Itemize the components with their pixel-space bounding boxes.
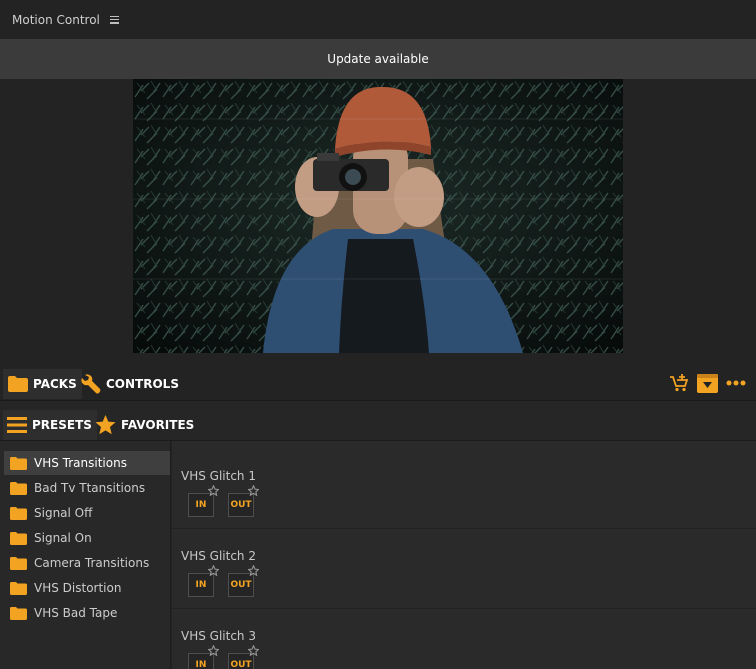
folder-icon [8, 376, 28, 392]
folder-icon [10, 531, 27, 545]
star-icon [95, 415, 116, 435]
folder-icon [10, 456, 27, 470]
preset-name: VHS Glitch 2 [181, 549, 256, 563]
hamburger-menu-icon[interactable] [109, 15, 119, 24]
preset-row: VHS Glitch 3 IN OUT [172, 609, 756, 669]
sidebar-item-label: Camera Transitions [34, 556, 150, 570]
preset-name: VHS Glitch 3 [181, 629, 256, 643]
tab-controls-label: CONTROLS [106, 377, 179, 391]
sidebar-item-camera-transitions[interactable]: Camera Transitions [4, 551, 170, 575]
sidebar-item-label: Signal On [34, 531, 92, 545]
sidebar-item-bad-tv-transitions[interactable]: Bad Tv Ttansitions [4, 476, 170, 500]
preset-row: VHS Glitch 1 IN OUT [172, 449, 756, 529]
favorite-star-icon[interactable] [208, 645, 219, 656]
sidebar-item-vhs-distortion[interactable]: VHS Distortion [4, 576, 170, 600]
preset-in-button[interactable]: IN [188, 573, 214, 597]
tab-presets[interactable]: PRESETS [3, 410, 97, 440]
preset-row: VHS Glitch 2 IN OUT [172, 529, 756, 609]
folder-icon [10, 606, 27, 620]
update-banner[interactable]: Update available [0, 39, 756, 79]
folder-icon [10, 581, 27, 595]
tab-favorites-label: FAVORITES [121, 418, 195, 432]
preset-out-button[interactable]: OUT [228, 493, 254, 517]
wrench-icon [81, 374, 101, 394]
tab-packs-label: PACKS [33, 377, 77, 391]
preset-name: VHS Glitch 1 [181, 469, 256, 483]
title-bar: Motion Control [0, 0, 756, 39]
sidebar-item-signal-on[interactable]: Signal On [4, 526, 170, 550]
sidebar-item-label: VHS Distortion [34, 581, 122, 595]
tab-packs[interactable]: PACKS [3, 369, 82, 399]
list-icon [7, 417, 27, 433]
sidebar-item-vhs-bad-tape[interactable]: VHS Bad Tape [4, 601, 170, 625]
folder-icon [10, 506, 27, 520]
more-icon[interactable] [726, 380, 746, 386]
tab-favorites[interactable]: FAVORITES [95, 410, 194, 440]
preview-image [133, 79, 623, 353]
presets-list: VHS Glitch 1 IN OUT VHS Glitch 2 IN OUT … [172, 441, 756, 669]
tab-controls[interactable]: CONTROLS [81, 369, 179, 399]
favorite-star-icon[interactable] [248, 485, 259, 496]
sidebar-item-label: Bad Tv Ttansitions [34, 481, 146, 495]
folder-icon [10, 481, 27, 495]
favorite-star-icon[interactable] [248, 645, 259, 656]
add-to-cart-icon[interactable] [669, 373, 689, 393]
folder-icon [10, 556, 27, 570]
favorite-star-icon[interactable] [248, 565, 259, 576]
sidebar-item-signal-off[interactable]: Signal Off [4, 501, 170, 525]
app-title: Motion Control [12, 12, 100, 27]
download-box-icon[interactable] [697, 373, 718, 393]
tab-presets-label: PRESETS [32, 418, 92, 432]
favorite-star-icon[interactable] [208, 485, 219, 496]
preset-in-button[interactable]: IN [188, 493, 214, 517]
preset-out-button[interactable]: OUT [228, 573, 254, 597]
toolbar-actions [669, 373, 746, 393]
favorite-star-icon[interactable] [208, 565, 219, 576]
sidebar-item-label: VHS Transitions [34, 456, 127, 470]
sidebar-item-label: VHS Bad Tape [34, 606, 118, 620]
sidebar-item-label: Signal Off [34, 506, 93, 520]
sidebar-item-vhs-transitions[interactable]: VHS Transitions [4, 451, 170, 475]
packs-sidebar: VHS Transitions Bad Tv Ttansitions Signa… [0, 441, 171, 669]
